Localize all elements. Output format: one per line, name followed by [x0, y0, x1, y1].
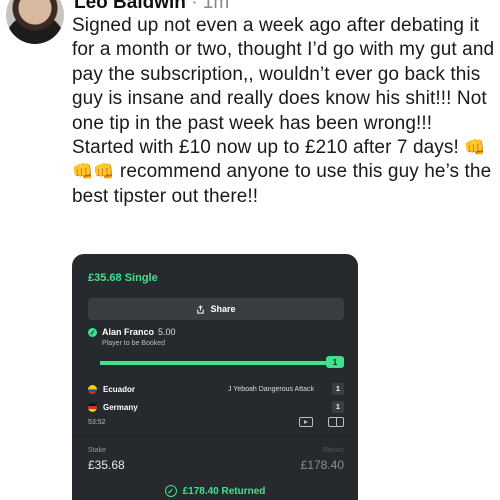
returned-text: £178.40 Returned: [182, 485, 266, 497]
stat-count: 1: [332, 383, 344, 395]
flag-ecuador-icon: [88, 384, 97, 394]
progress-fill: [100, 361, 338, 365]
post-text-part1: Signed up not even a week ago after deba…: [72, 15, 495, 159]
avatar[interactable]: [6, 0, 64, 44]
stake-label: Stake: [88, 447, 106, 454]
selection-name: Alan Franco: [102, 327, 155, 337]
team-row-germany: Germany 1: [88, 401, 344, 413]
progress-badge: 1: [326, 356, 344, 368]
flag-germany-icon: [88, 402, 97, 412]
match-time: 53:52: [88, 419, 106, 426]
team-row-ecuador: Ecuador J Yeboah Dangerous Attack 1: [88, 383, 344, 395]
return-value: £178.40: [300, 458, 344, 472]
stat-count: 1: [332, 401, 344, 413]
post-text: Signed up not even a week ago after deba…: [72, 14, 496, 209]
divider: [72, 436, 358, 437]
returned-check-icon: ✓: [164, 485, 177, 497]
team-name: Germany: [103, 402, 138, 412]
return-label: Return: [322, 447, 344, 454]
returned-status[interactable]: ✓ £178.40 Returned: [80, 481, 350, 500]
share-label: Share: [210, 304, 236, 314]
post-timestamp: · 1m: [191, 0, 230, 13]
bet-title: £35.68 Single: [88, 272, 158, 284]
check-icon: ✓: [88, 328, 97, 337]
selection: Alan Franco 5.00: [102, 327, 176, 337]
share-icon: [197, 304, 205, 314]
share-button[interactable]: Share: [88, 298, 344, 320]
stake-value: £35.68: [88, 458, 125, 472]
bet-slip-card[interactable]: £35.68 Single Share ✓ Alan Franco 5.00 Pl…: [72, 254, 358, 500]
progress-track: [100, 361, 338, 365]
pitch-icon[interactable]: [328, 417, 344, 427]
post-text-part2: recommend anyone to use this guy he’s th…: [72, 161, 492, 207]
selection-odds: 5.00: [158, 327, 176, 337]
play-icon[interactable]: [299, 417, 313, 427]
market-label: Player to be Booked: [102, 340, 166, 347]
stat-label: J Yeboah Dangerous Attack: [227, 385, 314, 393]
team-name: Ecuador: [103, 384, 136, 394]
author-name[interactable]: Leo Baldwin: [74, 0, 186, 13]
post-author[interactable]: Leo Baldwin · 1m: [74, 0, 229, 14]
